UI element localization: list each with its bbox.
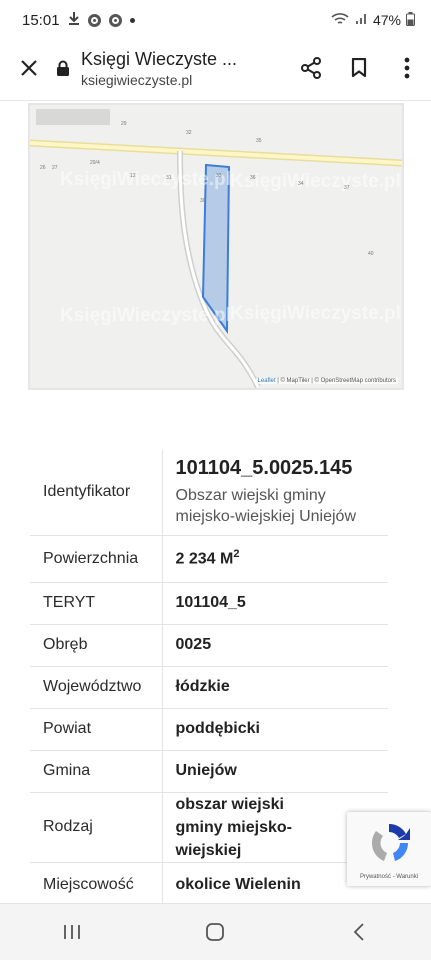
chrome-icon xyxy=(108,13,122,27)
parcel-number: 30 xyxy=(200,198,206,204)
parcel-number: 40 xyxy=(368,251,374,257)
bookmark-icon xyxy=(351,58,367,78)
parcel-number: 36 xyxy=(250,175,256,181)
area-value: 2 234 M2 xyxy=(162,535,388,583)
parcel-details-table: Identyfikator 101104_5.0025.145 Obszar w… xyxy=(30,450,388,908)
obreb-label: Obręb xyxy=(30,624,163,667)
map-attribution: Leaflet | © MapTiler | © OpenStreetMap c… xyxy=(255,378,398,384)
identifier-label: Identyfikator xyxy=(30,450,163,536)
parcel-number: 12 xyxy=(130,173,136,179)
system-nav-bar xyxy=(0,903,431,960)
county-label: Powiat xyxy=(30,708,163,751)
back-button[interactable] xyxy=(329,910,389,954)
obreb-value: 0025 xyxy=(162,624,388,667)
map-watermark: KsięgiWieczyste.pl xyxy=(230,171,401,192)
parcel-number: 26 xyxy=(40,165,46,171)
home-button[interactable] xyxy=(185,910,245,954)
table-row: Gmina Uniejów xyxy=(30,750,388,793)
toolbar-divider xyxy=(0,100,431,101)
table-row: Rodzaj obszar wiejski gminy miejsko-wiej… xyxy=(30,792,388,864)
more-notifications-icon xyxy=(129,17,135,23)
bookmark-button[interactable] xyxy=(335,44,383,92)
parcel-number: 33 xyxy=(216,173,222,179)
recaptcha-links[interactable]: Prywatność - Warunki xyxy=(347,874,431,880)
parcel-number: 32 xyxy=(186,130,192,136)
map-attribution-text: | © MapTiler | © OpenStreetMap contribut… xyxy=(275,378,396,384)
close-icon xyxy=(21,60,37,76)
commune-label: Gmina xyxy=(30,750,163,793)
voivodeship-label: Województwo xyxy=(30,666,163,709)
teryt-value: 101104_5 xyxy=(162,582,388,625)
close-tab-button[interactable] xyxy=(5,44,53,92)
page-host: ksiegiwieczyste.pl xyxy=(81,71,193,88)
table-row: Obręb 0025 xyxy=(30,624,388,667)
share-button[interactable] xyxy=(287,44,335,92)
signal-icon xyxy=(354,12,368,29)
clock: 15:01 xyxy=(22,11,60,29)
table-row: Powierzchnia 2 234 M2 xyxy=(30,535,388,583)
recent-apps-icon xyxy=(63,925,80,939)
table-row: Powiat poddębicki xyxy=(30,708,388,751)
commune-value: Uniejów xyxy=(162,750,388,793)
more-vert-icon xyxy=(404,57,410,79)
recaptcha-badge[interactable]: Prywatność - Warunki xyxy=(347,812,431,886)
table-row: Identyfikator 101104_5.0025.145 Obszar w… xyxy=(30,450,388,536)
map-watermark: KsięgiWieczyste.pl xyxy=(230,303,401,324)
map-grey-block xyxy=(36,109,110,125)
identifier-value: 101104_5.0025.145 xyxy=(175,456,353,479)
lock-icon[interactable] xyxy=(53,48,73,88)
battery-level: 47% xyxy=(372,12,401,28)
parcel-number: 34 xyxy=(298,181,304,187)
home-icon xyxy=(206,923,225,941)
page-title: Księgi Wieczyste ... xyxy=(81,48,238,69)
back-icon xyxy=(353,923,364,941)
table-row: TERYT 101104_5 xyxy=(30,582,388,625)
parcel-number: 31 xyxy=(166,175,172,181)
chrome-icon xyxy=(87,13,101,27)
locality-label: Miejscowość xyxy=(30,862,163,908)
map-watermark: KsięgiWieczyste.pl xyxy=(60,169,231,190)
share-icon xyxy=(301,57,321,79)
parcel-map[interactable]: KsięgiWieczyste.pl KsięgiWieczyste.pl Ks… xyxy=(28,103,404,390)
parcel-number: 37 xyxy=(344,185,350,191)
parcel-number: 29/4 xyxy=(90,160,100,166)
table-row: Województwo łódzkie xyxy=(30,666,388,709)
teryt-label: TERYT xyxy=(30,582,163,625)
leaflet-link[interactable]: Leaflet xyxy=(258,378,276,384)
voivodeship-value: łódzkie xyxy=(162,666,388,709)
type-label: Rodzaj xyxy=(30,792,163,864)
county-value: poddębicki xyxy=(162,708,388,751)
map-watermark: KsięgiWieczyste.pl xyxy=(60,305,231,326)
parcel-number: 35 xyxy=(256,138,262,144)
wifi-icon xyxy=(331,12,349,29)
table-row: Miejscowość okolice Wielenin xyxy=(30,862,388,908)
address-bar[interactable]: Księgi Wieczyste ... ksiegiwieczyste.pl xyxy=(73,49,287,88)
status-bar: 15:01 47% xyxy=(0,0,431,40)
menu-button[interactable] xyxy=(383,44,431,92)
recaptcha-icon xyxy=(371,823,410,861)
parcel-number: 27 xyxy=(52,165,58,171)
browser-toolbar: Księgi Wieczyste ... ksiegiwieczyste.pl xyxy=(0,40,431,96)
recent-apps-button[interactable] xyxy=(42,910,102,954)
area-label: Powierzchnia xyxy=(30,535,163,583)
download-icon xyxy=(68,11,80,29)
parcel-number: 29 xyxy=(121,121,127,127)
identifier-subtitle: Obszar wiejski gminy miejsko-wiejskiej U… xyxy=(175,486,357,526)
battery-icon xyxy=(406,11,415,29)
